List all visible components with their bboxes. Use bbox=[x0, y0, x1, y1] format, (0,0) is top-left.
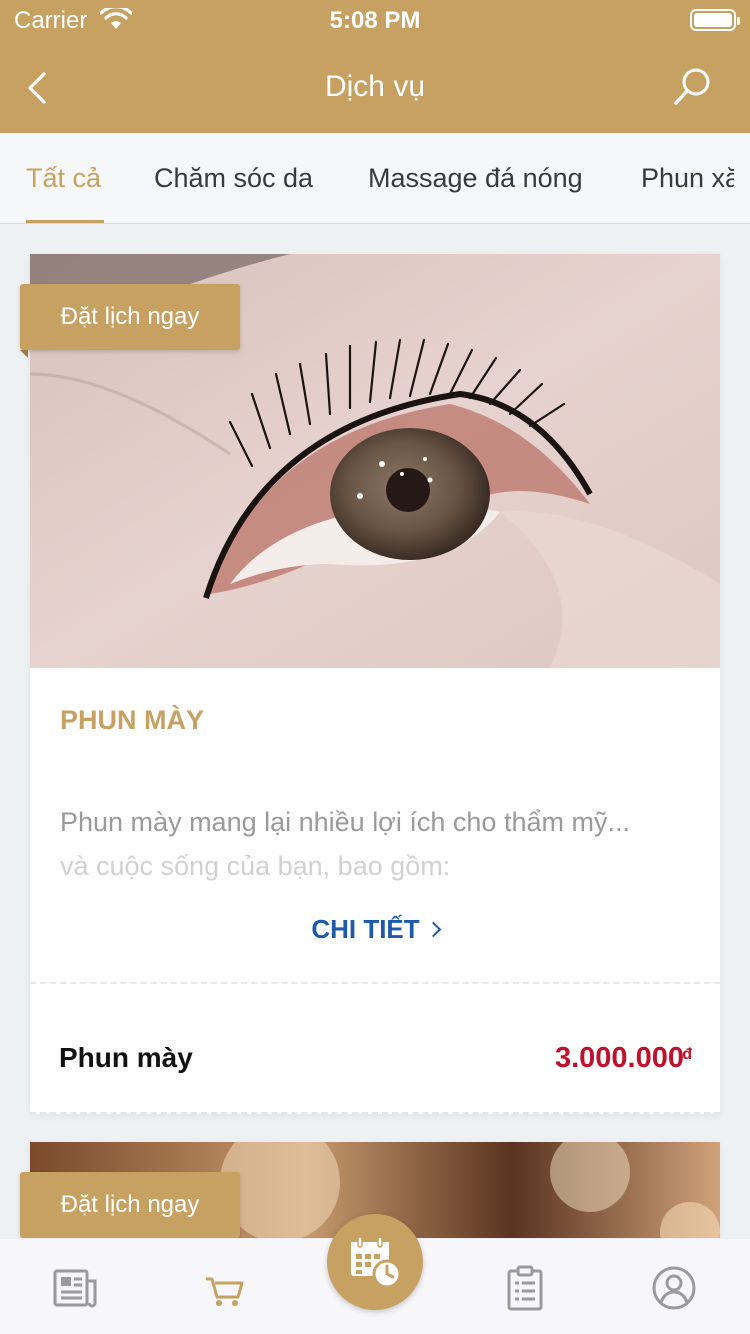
tabs-edge bbox=[734, 133, 750, 223]
service-name: Phun mày bbox=[59, 1042, 193, 1073]
divider bbox=[30, 982, 720, 984]
active-tab-indicator bbox=[26, 220, 104, 223]
detail-label: CHI TIẾT bbox=[311, 914, 420, 944]
tab-all[interactable]: Tất cả bbox=[26, 163, 101, 194]
detail-link[interactable]: CHI TIẾT bbox=[30, 914, 720, 945]
category-tabs: Tất cả Chăm sóc da Massage đá nóng Phun … bbox=[0, 133, 750, 224]
service-price: 3.000.000 bbox=[554, 1042, 684, 1074]
tab-hot-stone-massage[interactable]: Massage đá nóng bbox=[368, 163, 583, 194]
service-description: Phun mày mang lại nhiều lợi ích cho thẩm… bbox=[60, 800, 700, 888]
search-icon[interactable] bbox=[672, 66, 714, 108]
battery-icon bbox=[690, 9, 740, 31]
service-title: PHUN MÀY bbox=[60, 705, 205, 735]
description-line: và cuộc sống của bạn, bao gồm: bbox=[60, 851, 451, 881]
app-header: Carrier 5:08 PM Dịch vụ bbox=[0, 0, 750, 133]
booking-calendar-button[interactable] bbox=[327, 1214, 423, 1310]
page-title: Dịch vụ bbox=[324, 70, 426, 103]
book-now-button[interactable]: Đặt lịch ngay bbox=[20, 284, 240, 358]
cart-icon[interactable] bbox=[202, 1265, 248, 1311]
description-line: Phun mày mang lại nhiều lợi ích cho thẩm… bbox=[60, 807, 630, 837]
news-icon[interactable] bbox=[52, 1265, 98, 1311]
user-profile-icon[interactable] bbox=[651, 1265, 697, 1311]
service-card[interactable]: PHUN MÀY Phun mày mang lại nhiều lợi ích… bbox=[30, 254, 720, 1114]
clock: 5:08 PM bbox=[329, 7, 421, 34]
book-now-button[interactable]: Đặt lịch ngay bbox=[20, 1172, 240, 1246]
tab-spray[interactable]: Phun xă bbox=[641, 163, 740, 194]
calendar-clock-icon bbox=[351, 1236, 402, 1289]
chevron-right-icon bbox=[425, 921, 441, 938]
clipboard-list-icon[interactable] bbox=[502, 1265, 548, 1311]
card-edge bbox=[30, 1112, 720, 1114]
tab-skin-care[interactable]: Chăm sóc da bbox=[154, 163, 313, 194]
status-bar: Carrier 5:08 PM bbox=[0, 0, 750, 40]
currency-symbol: đ bbox=[682, 1046, 692, 1063]
